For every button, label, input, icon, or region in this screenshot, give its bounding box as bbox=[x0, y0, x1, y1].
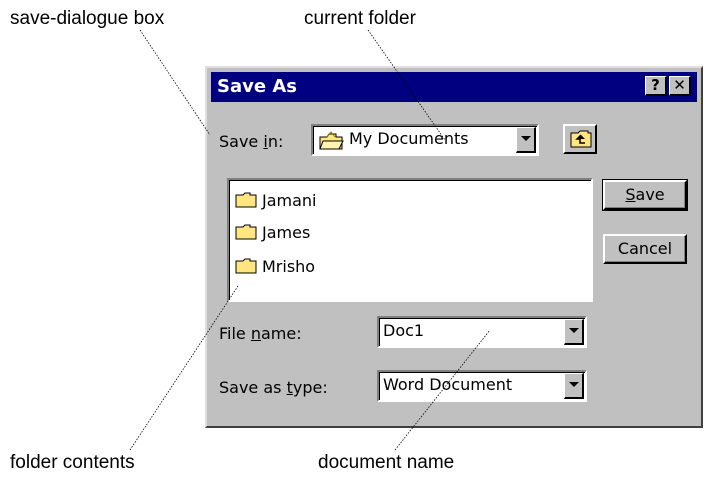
file-name-value: Doc1 bbox=[383, 321, 425, 340]
open-folder-icon bbox=[319, 131, 344, 150]
folder-icon bbox=[235, 192, 257, 208]
save-in-value: My Documents bbox=[349, 129, 469, 148]
folder-icon bbox=[235, 224, 257, 240]
folder-icon bbox=[235, 258, 257, 274]
chevron-down-icon[interactable] bbox=[564, 373, 584, 399]
file-name-label: File name: bbox=[219, 324, 302, 343]
folder-contents-list[interactable]: Jamani James Mrisho bbox=[227, 178, 593, 302]
save-as-type-value: Word Document bbox=[383, 375, 513, 394]
save-in-label: Save in: bbox=[219, 132, 284, 151]
save-in-dropdown[interactable]: My Documents bbox=[311, 124, 539, 156]
file-name-field[interactable]: Doc1 bbox=[377, 316, 587, 348]
leader-save-dialogue-box bbox=[139, 29, 211, 136]
save-as-dialog: Save As ? ✕ Save in: My Documents Jamani… bbox=[205, 66, 703, 428]
dialog-title: Save As bbox=[217, 76, 297, 97]
chevron-down-icon[interactable] bbox=[564, 319, 584, 345]
callout-folder-contents: folder contents bbox=[10, 452, 135, 473]
folder-name: Jamani bbox=[262, 191, 317, 210]
help-button[interactable]: ? bbox=[645, 76, 667, 96]
save-as-type-label: Save as type: bbox=[219, 378, 328, 397]
chevron-down-icon[interactable] bbox=[516, 127, 536, 153]
diagram: save-dialogue box current folder folder … bbox=[0, 0, 714, 483]
close-button[interactable]: ✕ bbox=[669, 76, 691, 96]
title-bar[interactable]: Save As ? ✕ bbox=[211, 72, 697, 102]
folder-name: Mrisho bbox=[262, 257, 316, 276]
callout-save-dialogue-box: save-dialogue box bbox=[10, 8, 165, 29]
up-folder-icon bbox=[570, 130, 592, 148]
save-button[interactable]: Save bbox=[602, 179, 688, 211]
folder-name: James bbox=[262, 223, 311, 242]
up-one-level-button[interactable] bbox=[563, 124, 597, 154]
callout-document-name: document name bbox=[318, 452, 455, 473]
save-as-type-dropdown[interactable]: Word Document bbox=[377, 370, 587, 402]
callout-current-folder: current folder bbox=[304, 8, 416, 29]
cancel-button[interactable]: Cancel bbox=[603, 234, 687, 264]
